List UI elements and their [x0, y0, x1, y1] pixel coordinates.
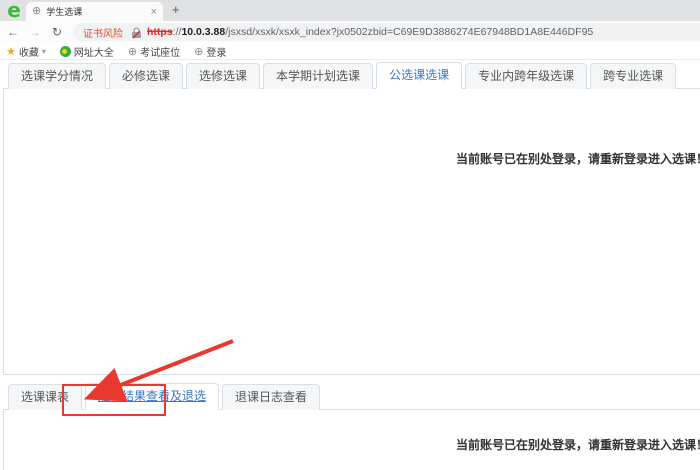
forward-icon[interactable]: →: [26, 25, 44, 39]
page-content: 选课学分情况 必修选课 选修选课 本学期计划选课 公选课选课 专业内跨年级选课 …: [0, 60, 700, 470]
url-scheme: https: [147, 26, 173, 38]
tab-elective-courses[interactable]: 选修选课: [186, 63, 260, 89]
tab-required-courses[interactable]: 必修选课: [109, 63, 183, 89]
course-selection-tabs: 选课学分情况 必修选课 选修选课 本学期计划选课 公选课选课 专业内跨年级选课 …: [3, 62, 700, 89]
globe-icon: ⊕: [128, 45, 137, 58]
bookmark-label: 考试座位: [140, 44, 180, 59]
certificate-risk-badge[interactable]: 证书风险: [83, 25, 123, 40]
url-host: 10.0.3.88: [181, 26, 225, 38]
bookmark-favorites[interactable]: ★ 收藏 ▾: [6, 44, 46, 59]
globe-icon: ⊕: [194, 45, 203, 58]
nav-site-icon: [60, 46, 71, 57]
bookmark-label: 登录: [206, 44, 226, 59]
bookmark-nav-site[interactable]: 网址大全: [60, 44, 114, 59]
back-icon[interactable]: ←: [4, 25, 22, 39]
url-text: https://10.0.3.88/jsxsd/xsxk/xsxk_index?…: [147, 26, 593, 38]
browser-logo-icon[interactable]: e: [4, 0, 24, 20]
star-icon: ★: [6, 45, 16, 58]
tab-cross-grade[interactable]: 专业内跨年级选课: [465, 63, 587, 89]
new-tab-button[interactable]: +: [172, 2, 180, 17]
browser-toolbar: ← → ↻ ⌂ 证书风险 https://10.0.3.88/jsxsd/xsx…: [0, 21, 700, 43]
chevron-down-icon: ▾: [42, 47, 46, 56]
address-bar[interactable]: 证书风险 https://10.0.3.88/jsxsd/xsxk/xsxk_i…: [73, 23, 700, 41]
browser-tab[interactable]: ⊕ 学生选课 ×: [26, 2, 163, 21]
bookmark-label: 收藏: [19, 44, 39, 59]
bookmark-exam-seat[interactable]: ⊕ 考试座位: [128, 44, 180, 59]
selection-result-panel: 当前账号已在别处登录，请重新登录进入选课！: [3, 410, 700, 470]
browser-tab-strip: e ⊕ 学生选课 × +: [0, 0, 700, 21]
broken-lock-icon: [131, 26, 142, 38]
tab-credit-status[interactable]: 选课学分情况: [8, 63, 106, 89]
bookmark-label: 网址大全: [74, 44, 114, 59]
public-elective-panel: 当前账号已在别处登录，请重新登录进入选课！: [3, 89, 700, 375]
tab-withdraw-log[interactable]: 退课日志查看: [222, 384, 320, 410]
tab-public-elective[interactable]: 公选课选课: [376, 62, 462, 89]
browser-tab-title: 学生选课: [46, 5, 145, 18]
login-elsewhere-message: 当前账号已在别处登录，请重新登录进入选课！: [456, 436, 700, 453]
page-favicon-icon: ⊕: [32, 6, 41, 17]
result-tabs: 选课课表 选课结果查看及退选 退课日志查看: [3, 383, 700, 410]
tab-course-timetable[interactable]: 选课课表: [8, 384, 82, 410]
tab-selection-result-withdraw[interactable]: 选课结果查看及退选: [85, 383, 219, 410]
tab-semester-plan[interactable]: 本学期计划选课: [263, 63, 373, 89]
tab-cross-major[interactable]: 跨专业选课: [590, 63, 676, 89]
tab-close-icon[interactable]: ×: [151, 6, 157, 18]
refresh-icon[interactable]: ↻: [48, 25, 66, 39]
login-elsewhere-message: 当前账号已在别处登录，请重新登录进入选课！: [456, 150, 700, 167]
bookmarks-bar: ★ 收藏 ▾ 网址大全 ⊕ 考试座位 ⊕ 登录: [0, 43, 700, 60]
bookmark-login[interactable]: ⊕ 登录: [194, 44, 226, 59]
url-path: /jsxsd/xsxk/xsxk_index?jx0502zbid=C69E9D…: [225, 26, 593, 38]
